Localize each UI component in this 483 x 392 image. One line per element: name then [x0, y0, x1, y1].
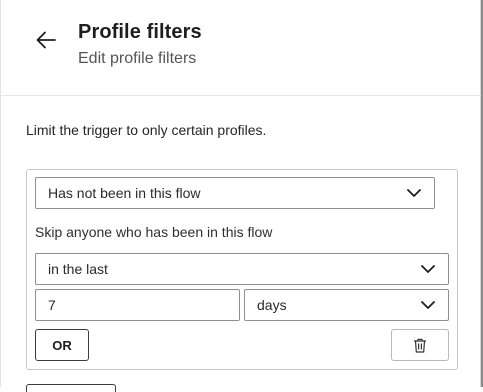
timeframe-select[interactable]: in the last	[35, 253, 449, 285]
profile-filters-panel: Profile filters Edit profile filters Lim…	[0, 0, 481, 392]
chevron-down-icon	[421, 301, 435, 309]
condition-select[interactable]: Has not been in this flow	[35, 177, 435, 209]
chevron-down-icon	[421, 265, 435, 273]
filter-description: Limit the trigger to only certain profil…	[26, 122, 267, 138]
unit-select[interactable]: days	[244, 289, 449, 321]
unit-select-value: days	[257, 297, 287, 313]
back-button[interactable]	[31, 25, 61, 55]
amount-input-value: 7	[48, 297, 56, 313]
arrow-left-icon	[36, 31, 56, 49]
timeframe-select-value: in the last	[48, 261, 108, 277]
or-button[interactable]: OR	[35, 329, 89, 361]
trash-icon	[414, 338, 426, 353]
helper-text: Skip anyone who has been in this flow	[35, 224, 273, 240]
page-title: Profile filters	[78, 21, 202, 43]
chevron-down-icon	[407, 189, 421, 197]
page-subtitle: Edit profile filters	[78, 50, 197, 67]
delete-filter-button[interactable]	[391, 329, 449, 361]
condition-select-value: Has not been in this flow	[48, 185, 201, 201]
panel-header: Profile filters Edit profile filters	[1, 0, 481, 96]
next-button-partial[interactable]	[26, 384, 116, 392]
amount-input[interactable]: 7	[35, 289, 240, 321]
